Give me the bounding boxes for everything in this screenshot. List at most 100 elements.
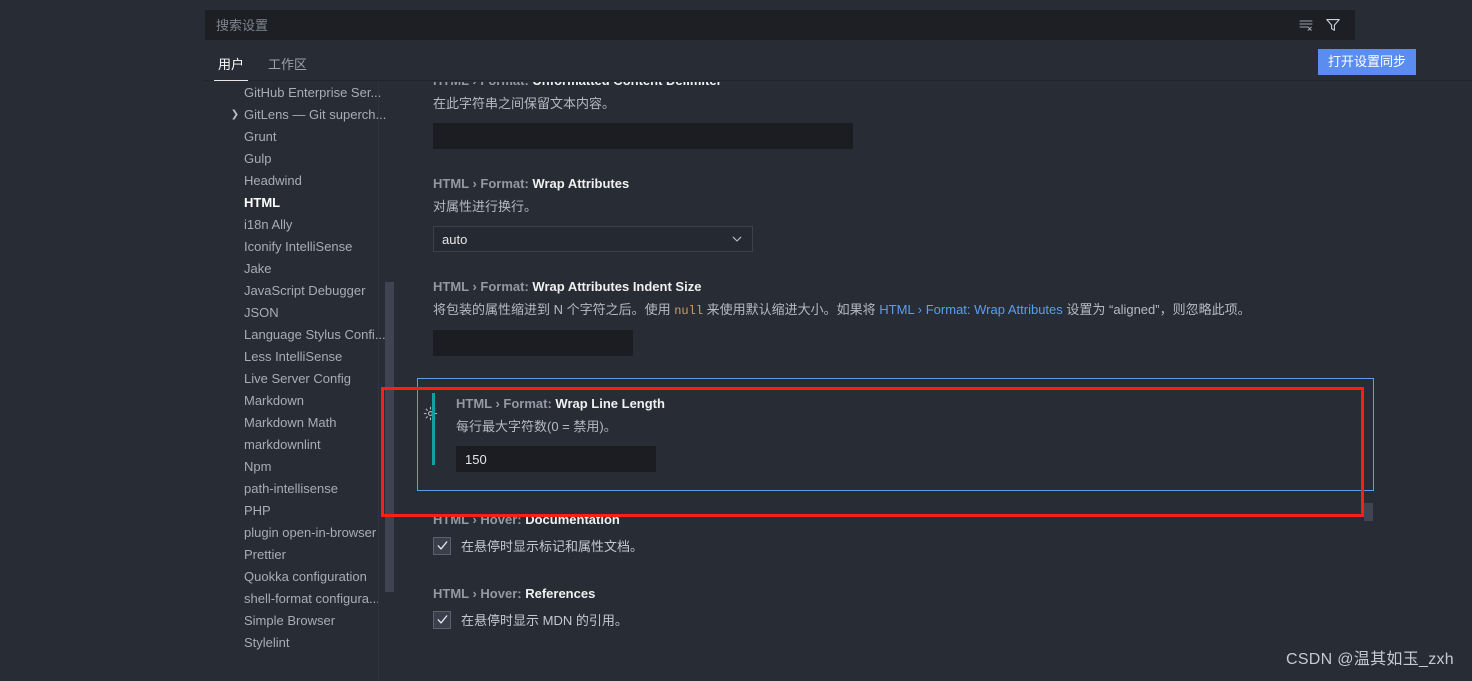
toc-item-label: JavaScript Debugger — [244, 283, 366, 298]
toc-item-jake[interactable]: Jake — [220, 258, 395, 280]
setting-title-leaf: Wrap Attributes — [532, 176, 630, 191]
setting-title-leaf: Wrap Attributes Indent Size — [532, 279, 702, 294]
setting-title-prefix: HTML › Format: — [456, 396, 556, 411]
toc-item-less-intellisense[interactable]: Less IntelliSense — [220, 346, 395, 368]
toc-item-label: markdownlint — [244, 437, 321, 452]
toc-item-plugin-open-in-browser[interactable]: plugin open-in-browser — [220, 522, 395, 544]
setting-title-leaf: References — [525, 586, 596, 601]
toc-item-label: Iconify IntelliSense — [244, 239, 353, 254]
settings-toc-list: GitHub Enterprise Ser... ❯ GitLens — Git… — [220, 82, 395, 654]
gear-icon[interactable] — [422, 405, 438, 421]
setting-description: 在此字符串之间保留文本内容。 — [433, 96, 616, 111]
toc-item-gulp[interactable]: Gulp — [220, 148, 395, 170]
toc-item-i18n-ally[interactable]: i18n Ally — [220, 214, 395, 236]
toc-item-label: Markdown Math — [244, 415, 337, 430]
setting-title: HTML › Hover: References — [433, 585, 1472, 603]
modified-indicator-bar — [432, 393, 435, 465]
toc-item-shell-format-configuration[interactable]: shell-format configura... — [220, 588, 395, 610]
settings-toc[interactable]: GitHub Enterprise Ser... ❯ GitLens — Git… — [220, 82, 395, 681]
hover-documentation-checkbox[interactable] — [433, 536, 451, 555]
tab-user[interactable]: 用户 — [208, 53, 254, 81]
settings-tabs: 用户 工作区 — [205, 48, 1472, 81]
toc-item-html[interactable]: HTML — [220, 192, 395, 214]
hover-documentation-checkbox-row[interactable]: 在悬停时显示标记和属性文档。 — [433, 536, 1472, 555]
toc-item-stylelint[interactable]: Stylelint — [220, 632, 395, 654]
toc-item-headwind[interactable]: Headwind — [220, 170, 395, 192]
unformatted-content-delimiter-input[interactable] — [433, 123, 853, 149]
toc-item-label: GitLens — Git superch... — [244, 107, 387, 122]
search-input[interactable] — [206, 17, 1297, 33]
setting-title-prefix: HTML › Hover: — [433, 512, 526, 527]
toc-item-grunt[interactable]: Grunt — [220, 126, 395, 148]
toc-item-javascript-debugger[interactable]: JavaScript Debugger — [220, 280, 395, 302]
toc-item-markdown-math[interactable]: Markdown Math — [220, 412, 395, 434]
toc-item-iconify-intellisense[interactable]: Iconify IntelliSense — [220, 236, 395, 258]
wrap-attributes-select[interactable]: auto — [433, 226, 753, 252]
toc-item-label: Grunt — [244, 129, 277, 144]
wrap-attributes-indent-size-input[interactable] — [433, 330, 633, 356]
settings-list: HTML › Format: Unformatted Content Delim… — [395, 82, 1472, 681]
chevron-down-icon — [730, 232, 744, 246]
search-actions — [1297, 16, 1354, 34]
settings-editor-window: 用户 工作区 打开设置同步 GitHub Enterprise Ser... ❯… — [0, 0, 1472, 681]
toc-item-markdown[interactable]: Markdown — [220, 390, 395, 412]
toc-item-json[interactable]: JSON — [220, 302, 395, 324]
hover-references-label: 在悬停时显示 MDN 的引用。 — [461, 613, 628, 628]
toc-item-quokka-configuration[interactable]: Quokka configuration — [220, 566, 395, 588]
wrap-line-length-input[interactable] — [456, 446, 656, 472]
settings-scrollbar-thumb[interactable] — [1364, 503, 1373, 521]
setting-description: 将包装的属性缩进到 N 个字符之后。使用 null 来使用默认缩进大小。如果将 … — [433, 300, 1472, 321]
chevron-right-icon[interactable]: ❯ — [229, 104, 241, 126]
toc-item-npm[interactable]: Npm — [220, 456, 395, 478]
watermark: CSDN @温其如玉_zxh — [1285, 651, 1454, 668]
setting-wrap-attributes: HTML › Format: Wrap Attributes 对属性进行换行。 … — [395, 175, 1472, 252]
toc-item-label: HTML — [244, 195, 281, 210]
desc-text-part-2: 来使用默认缩进大小。如果将 — [703, 302, 880, 317]
toc-item-label: Live Server Config — [244, 371, 351, 386]
toc-item-label: Markdown — [244, 393, 304, 408]
toc-item-markdownlint[interactable]: markdownlint — [220, 434, 395, 456]
hover-references-checkbox-row[interactable]: 在悬停时显示 MDN 的引用。 — [433, 610, 1472, 629]
setting-title: HTML › Format: Wrap Line Length — [456, 395, 1373, 413]
toc-item-gitlens[interactable]: ❯ GitLens — Git superch... — [220, 104, 395, 126]
toc-item-live-server-config[interactable]: Live Server Config — [220, 368, 395, 390]
setting-title-leaf: Unformatted Content Delimiter — [532, 82, 721, 88]
settings-search-row — [205, 10, 1355, 40]
setting-title-prefix: HTML › Format: — [433, 82, 532, 88]
toc-scrollbar-thumb[interactable] — [385, 282, 394, 592]
toc-item-label: path-intellisense — [244, 481, 338, 496]
toc-item-language-stylus-config[interactable]: Language Stylus Confi... — [220, 324, 395, 346]
toc-item-prettier[interactable]: Prettier — [220, 544, 395, 566]
hover-documentation-label: 在悬停时显示标记和属性文档。 — [461, 539, 644, 554]
setting-title-prefix: HTML › Format: — [433, 176, 533, 191]
toc-item-label: Gulp — [244, 151, 272, 166]
setting-title-prefix: HTML › Format: — [433, 279, 533, 294]
desc-inline-code: null — [674, 304, 704, 318]
desc-setting-link[interactable]: HTML › Format: Wrap Attributes — [879, 302, 1063, 317]
toc-item-label: Prettier — [244, 547, 286, 562]
setting-title: HTML › Hover: Documentation — [433, 511, 1472, 529]
setting-title-leaf: Documentation — [525, 512, 620, 527]
search-box[interactable] — [205, 10, 1355, 40]
setting-description: 每行最大字符数(0 = 禁用)。 — [456, 419, 617, 434]
tab-workspace[interactable]: 工作区 — [258, 53, 317, 81]
toc-item-label: GitHub Enterprise Ser... — [244, 85, 382, 100]
open-settings-sync-button[interactable]: 打开设置同步 — [1317, 49, 1416, 75]
toc-item-label: Jake — [244, 261, 272, 276]
toc-item-php[interactable]: PHP — [220, 500, 395, 522]
setting-wrap-line-length[interactable]: HTML › Format: Wrap Line Length 每行最大字符数(… — [417, 378, 1374, 491]
toc-item-label: i18n Ally — [244, 217, 293, 232]
setting-title: HTML › Format: Wrap Attributes Indent Si… — [433, 278, 1472, 296]
toc-divider — [378, 82, 379, 681]
toc-item-label: JSON — [244, 305, 279, 320]
wrap-attributes-selected-value: auto — [442, 231, 468, 247]
setting-title-leaf: Wrap Line Length — [555, 396, 665, 411]
toc-item-path-intellisense[interactable]: path-intellisense — [220, 478, 395, 500]
filter-funnel-icon[interactable] — [1324, 16, 1342, 34]
clear-filters-icon[interactable] — [1297, 16, 1315, 34]
toc-item-github-enterprise[interactable]: GitHub Enterprise Ser... — [220, 82, 395, 104]
toc-item-label: shell-format configura... — [244, 591, 380, 606]
hover-references-checkbox[interactable] — [433, 610, 451, 629]
toc-item-simple-browser[interactable]: Simple Browser — [220, 610, 395, 632]
setting-hover-references: HTML › Hover: References 在悬停时显示 MDN 的引用。 — [395, 585, 1472, 629]
